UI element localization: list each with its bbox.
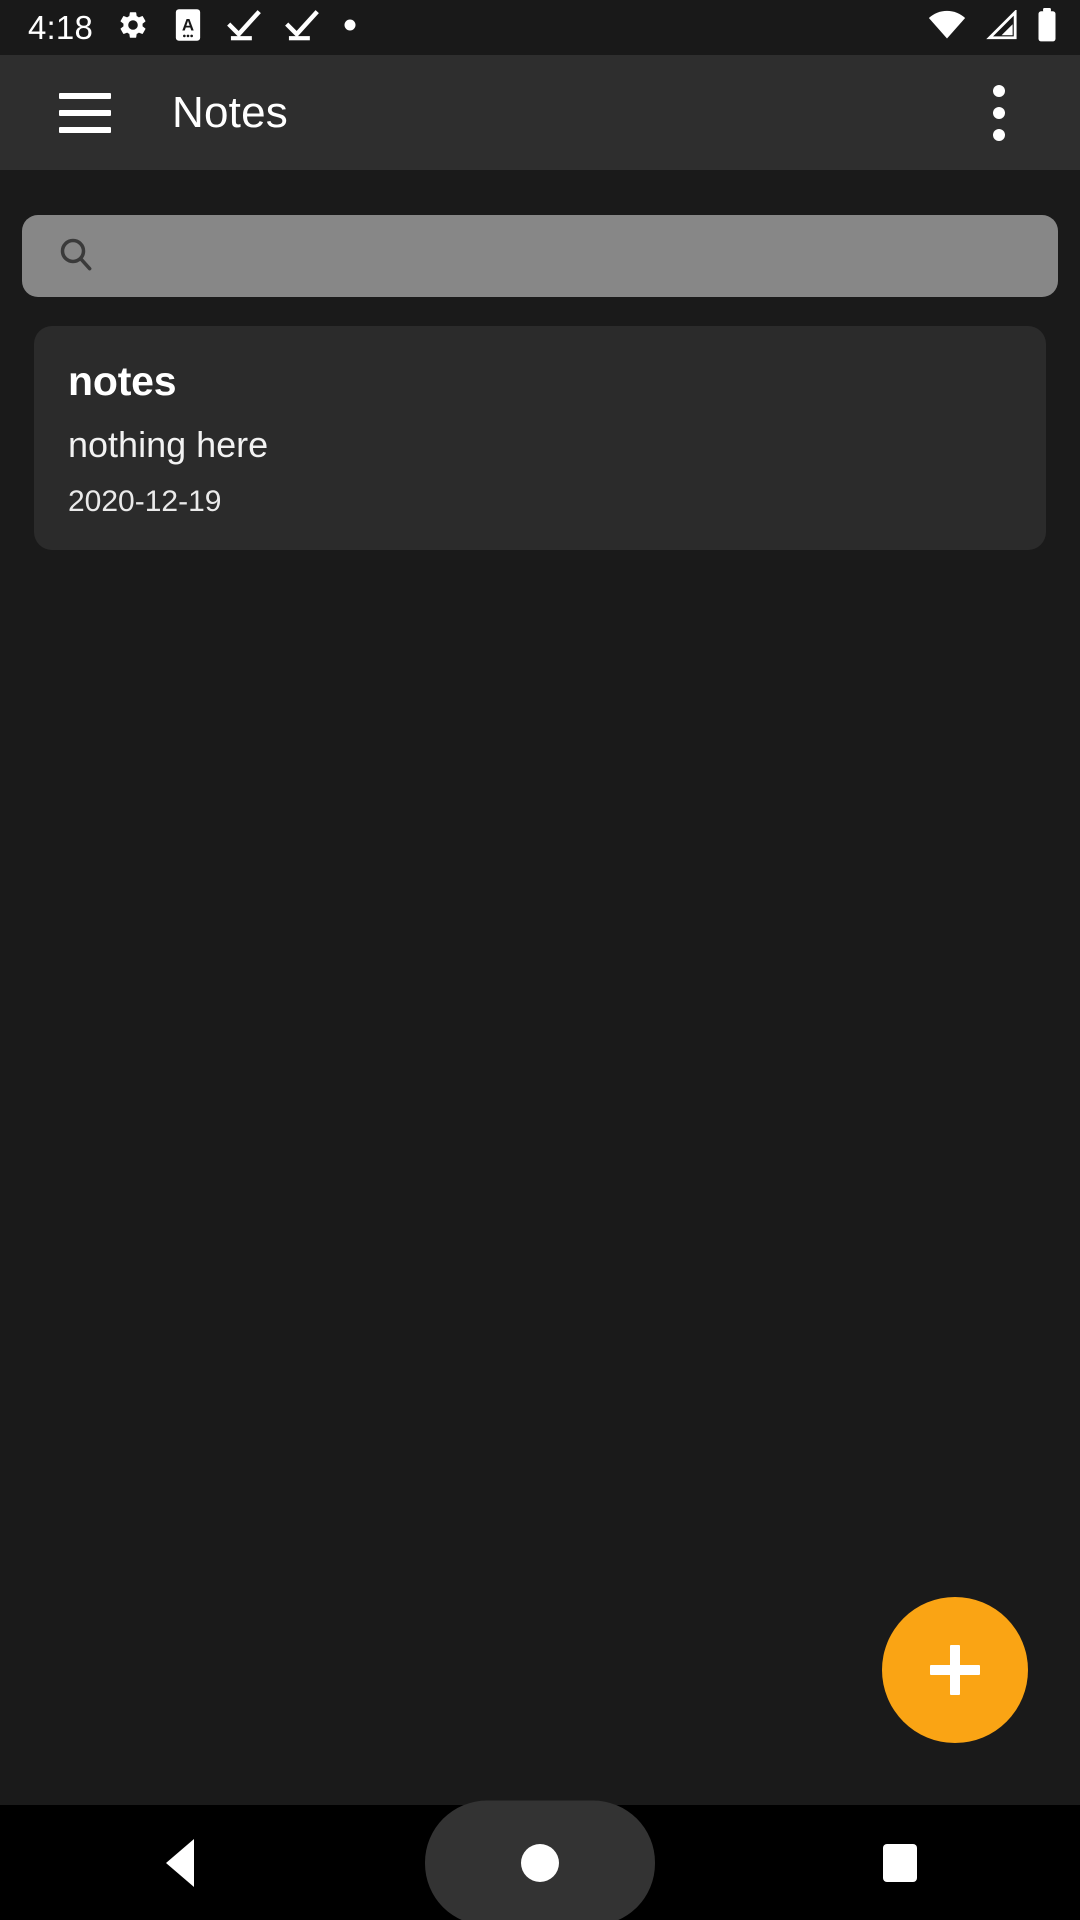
status-bar-clock: 4:18	[28, 9, 94, 46]
note-title: notes	[68, 358, 177, 404]
overflow-dot	[993, 84, 1005, 97]
note-date: 2020-12-19	[68, 484, 222, 518]
phone-screen: 4:18 A Notes notes nothing here 2020-12-…	[0, 0, 1080, 1920]
overflow-dot	[993, 106, 1005, 119]
battery-icon	[1036, 8, 1058, 47]
cellular-signal-icon	[984, 8, 1018, 45]
status-bar: 4:18 A	[0, 0, 1080, 55]
search-bar[interactable]	[22, 215, 1058, 297]
main-content: notes nothing here 2020-12-19	[0, 170, 1080, 1805]
back-triangle-icon	[166, 1838, 194, 1887]
hamburger-menu-icon[interactable]	[50, 78, 120, 148]
android-nav-bar	[0, 1800, 1080, 1920]
status-bar-right	[928, 8, 1058, 47]
hamburger-line	[59, 126, 111, 133]
note-body: nothing here	[68, 424, 269, 466]
add-note-button[interactable]	[882, 1597, 1028, 1743]
check-underline-icon-1	[227, 9, 261, 46]
dot-icon	[343, 18, 357, 37]
note-card[interactable]: notes nothing here 2020-12-19	[34, 326, 1046, 550]
plus-icon-vertical	[950, 1645, 960, 1695]
check-underline-icon-2	[285, 9, 319, 46]
document-a-icon: A	[173, 8, 203, 47]
recents-square-icon	[883, 1843, 917, 1882]
nav-back-button[interactable]	[0, 1805, 360, 1920]
home-circle-icon	[521, 1843, 559, 1882]
status-bar-left: 4:18 A	[28, 8, 357, 47]
wifi-icon	[928, 10, 966, 45]
nav-recents-button[interactable]	[720, 1805, 1080, 1920]
hamburger-line	[59, 92, 111, 99]
overflow-menu-icon[interactable]	[964, 75, 1034, 151]
hamburger-line	[59, 109, 111, 116]
overflow-dot	[993, 128, 1005, 141]
search-icon	[56, 234, 96, 279]
settings-gear-icon	[117, 9, 149, 46]
search-container	[0, 170, 1080, 297]
notes-list: notes nothing here 2020-12-19	[0, 297, 1080, 550]
search-input[interactable]	[116, 237, 1024, 275]
page-title: Notes	[172, 87, 288, 137]
app-bar: Notes	[0, 55, 1080, 170]
nav-home-button[interactable]	[360, 1800, 720, 1920]
svg-text:A: A	[182, 15, 194, 34]
